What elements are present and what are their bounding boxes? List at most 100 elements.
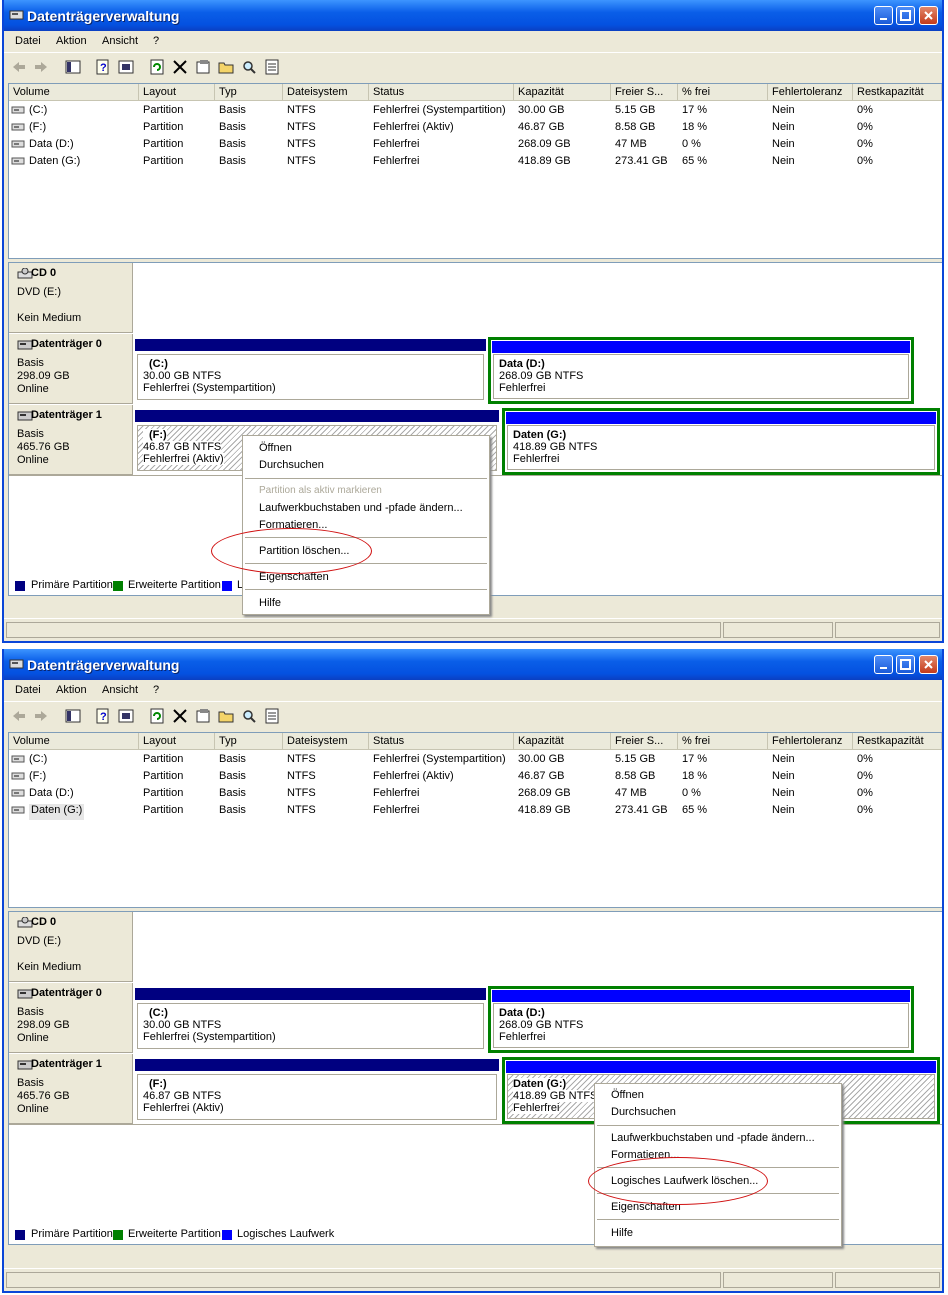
menu-ansicht[interactable]: Ansicht bbox=[102, 35, 138, 47]
partition-c[interactable]: (C:) 30.00 GB NTFS Fehlerfrei (Systempar… bbox=[135, 988, 486, 1051]
search-icon[interactable] bbox=[240, 58, 258, 76]
search-icon[interactable] bbox=[240, 707, 258, 725]
cell-ft: Nein bbox=[772, 787, 795, 799]
col-kapazitaet[interactable]: Kapazität bbox=[514, 733, 611, 750]
table-row[interactable]: (F:) Partition Basis NTFS Fehlerfrei (Aktiv)… bbox=[9, 769, 942, 786]
ctx-open[interactable]: Öffnen bbox=[259, 442, 292, 454]
open-folder-icon[interactable] bbox=[217, 707, 235, 725]
col-prozent-frei[interactable]: % frei bbox=[678, 733, 768, 750]
menu-ansicht[interactable]: Ansicht bbox=[102, 684, 138, 696]
col-typ[interactable]: Typ bbox=[215, 733, 283, 750]
close-button[interactable] bbox=[919, 6, 938, 25]
open-folder-icon[interactable] bbox=[217, 58, 235, 76]
col-typ[interactable]: Typ bbox=[215, 84, 283, 101]
cell-fs: NTFS bbox=[287, 787, 316, 799]
cd-label[interactable]: CD 0 DVD (E:) Kein Medium bbox=[9, 263, 133, 333]
col-dateisystem[interactable]: Dateisystem bbox=[283, 733, 369, 750]
table-row[interactable]: Daten (G:) Partition Basis NTFS Fehlerfrei 41… bbox=[9, 154, 942, 171]
col-freier-speicher[interactable]: Freier S... bbox=[611, 84, 678, 101]
cell-cap: 268.09 GB bbox=[518, 138, 571, 150]
drive-icon bbox=[11, 157, 25, 165]
drive-icon bbox=[11, 755, 25, 763]
menu-aktion[interactable]: Aktion bbox=[56, 684, 87, 696]
table-row[interactable]: Data (D:) Partition Basis NTFS Fehlerfrei 268… bbox=[9, 137, 942, 154]
partition-d[interactable]: Data (D:) 268.09 GB NTFS Fehlerfrei bbox=[488, 337, 914, 404]
refresh-icon[interactable] bbox=[148, 58, 166, 76]
help-icon[interactable]: ? bbox=[94, 707, 112, 725]
table-row[interactable]: (F:) Partition Basis NTFS Fehlerfrei (Aktiv)… bbox=[9, 120, 942, 137]
console-icon[interactable] bbox=[117, 707, 135, 725]
menu-help[interactable]: ? bbox=[153, 35, 159, 47]
settings-icon[interactable] bbox=[263, 58, 281, 76]
show-hide-tree-icon[interactable] bbox=[64, 707, 82, 725]
ctx-change-letter[interactable]: Laufwerkbuchstaben und -pfade ändern... bbox=[611, 1132, 815, 1144]
settings-icon[interactable] bbox=[263, 707, 281, 725]
table-row[interactable]: Daten (G:) Partition Basis NTFS Fehlerfrei 41… bbox=[9, 803, 942, 820]
forward-arrow-icon[interactable] bbox=[32, 58, 50, 76]
delete-icon[interactable] bbox=[171, 58, 189, 76]
ctx-explore[interactable]: Durchsuchen bbox=[259, 459, 324, 471]
ctx-change-letter[interactable]: Laufwerkbuchstaben und -pfade ändern... bbox=[259, 502, 463, 514]
ctx-open[interactable]: Öffnen bbox=[611, 1089, 644, 1101]
col-volume[interactable]: Volume bbox=[9, 733, 139, 750]
back-arrow-icon[interactable] bbox=[10, 58, 28, 76]
maximize-button[interactable] bbox=[896, 6, 915, 25]
col-layout[interactable]: Layout bbox=[139, 733, 215, 750]
col-prozent-frei[interactable]: % frei bbox=[678, 84, 768, 101]
ctx-explore[interactable]: Durchsuchen bbox=[611, 1106, 676, 1118]
ctx-help[interactable]: Hilfe bbox=[611, 1227, 633, 1239]
minimize-button[interactable] bbox=[874, 6, 893, 25]
status-segment bbox=[835, 622, 940, 638]
col-status[interactable]: Status bbox=[369, 733, 514, 750]
menu-datei[interactable]: Datei bbox=[15, 684, 41, 696]
disk0-label[interactable]: Datenträger 0 Basis 298.09 GB Online bbox=[9, 334, 133, 404]
col-restkapazitaet[interactable]: Restkapazität bbox=[853, 733, 942, 750]
col-dateisystem[interactable]: Dateisystem bbox=[283, 84, 369, 101]
cd-drive: DVD (E:) bbox=[17, 935, 61, 947]
menu-datei[interactable]: Datei bbox=[15, 35, 41, 47]
cell-cap: 46.87 GB bbox=[518, 770, 565, 782]
refresh-icon[interactable] bbox=[148, 707, 166, 725]
disk0-label[interactable]: Datenträger 0 Basis 298.09 GB Online bbox=[9, 983, 133, 1053]
partition-f[interactable]: (F:) 46.87 GB NTFS Fehlerfrei (Aktiv) bbox=[135, 1059, 499, 1122]
cell-ft: Nein bbox=[772, 104, 795, 116]
col-fehlertoleranz[interactable]: Fehlertoleranz bbox=[768, 84, 853, 101]
cd-label[interactable]: CD 0 DVD (E:) Kein Medium bbox=[9, 912, 133, 982]
col-fehlertoleranz[interactable]: Fehlertoleranz bbox=[768, 733, 853, 750]
help-icon[interactable]: ? bbox=[94, 58, 112, 76]
table-row[interactable]: (C:) Partition Basis NTFS Fehlerfrei (System… bbox=[9, 103, 942, 120]
title-bar[interactable]: Datenträgerverwaltung bbox=[4, 0, 942, 31]
partition-g[interactable]: Daten (G:) 418.89 GB NTFS Fehlerfrei bbox=[502, 408, 940, 475]
ctx-mark-active[interactable]: Partition als aktiv markieren bbox=[259, 485, 382, 496]
partition-d[interactable]: Data (D:) 268.09 GB NTFS Fehlerfrei bbox=[488, 986, 914, 1053]
table-row[interactable]: (C:) Partition Basis NTFS Fehlerfrei (System… bbox=[9, 752, 942, 769]
disk1-label[interactable]: Datenträger 1 Basis 465.76 GB Online bbox=[9, 1054, 133, 1124]
properties-icon[interactable] bbox=[194, 58, 212, 76]
title-bar[interactable]: Datenträgerverwaltung bbox=[4, 649, 942, 680]
maximize-button[interactable] bbox=[896, 655, 915, 674]
properties-icon[interactable] bbox=[194, 707, 212, 725]
console-icon[interactable] bbox=[117, 58, 135, 76]
forward-arrow-icon[interactable] bbox=[32, 707, 50, 725]
disk1-label[interactable]: Datenträger 1 Basis 465.76 GB Online bbox=[9, 405, 133, 475]
cell-cap: 30.00 GB bbox=[518, 753, 565, 765]
col-restkapazitaet[interactable]: Restkapazität bbox=[853, 84, 942, 101]
col-volume[interactable]: Volume bbox=[9, 84, 139, 101]
partition-g-body: Daten (G:) 418.89 GB NTFS Fehlerfrei bbox=[507, 425, 935, 470]
show-hide-tree-icon[interactable] bbox=[64, 58, 82, 76]
col-kapazitaet[interactable]: Kapazität bbox=[514, 84, 611, 101]
delete-icon[interactable] bbox=[171, 707, 189, 725]
minimize-button[interactable] bbox=[874, 655, 893, 674]
partition-c[interactable]: (C:) 30.00 GB NTFS Fehlerfrei (Systempar… bbox=[135, 339, 486, 402]
table-row[interactable]: Data (D:) Partition Basis NTFS Fehlerfrei 268… bbox=[9, 786, 942, 803]
close-button[interactable] bbox=[919, 655, 938, 674]
col-status[interactable]: Status bbox=[369, 84, 514, 101]
cell-cap: 418.89 GB bbox=[518, 155, 571, 167]
ctx-help[interactable]: Hilfe bbox=[259, 597, 281, 609]
col-layout[interactable]: Layout bbox=[139, 84, 215, 101]
menu-help[interactable]: ? bbox=[153, 684, 159, 696]
logical-drive-bar bbox=[506, 1061, 936, 1073]
back-arrow-icon[interactable] bbox=[10, 707, 28, 725]
col-freier-speicher[interactable]: Freier S... bbox=[611, 733, 678, 750]
menu-aktion[interactable]: Aktion bbox=[56, 35, 87, 47]
